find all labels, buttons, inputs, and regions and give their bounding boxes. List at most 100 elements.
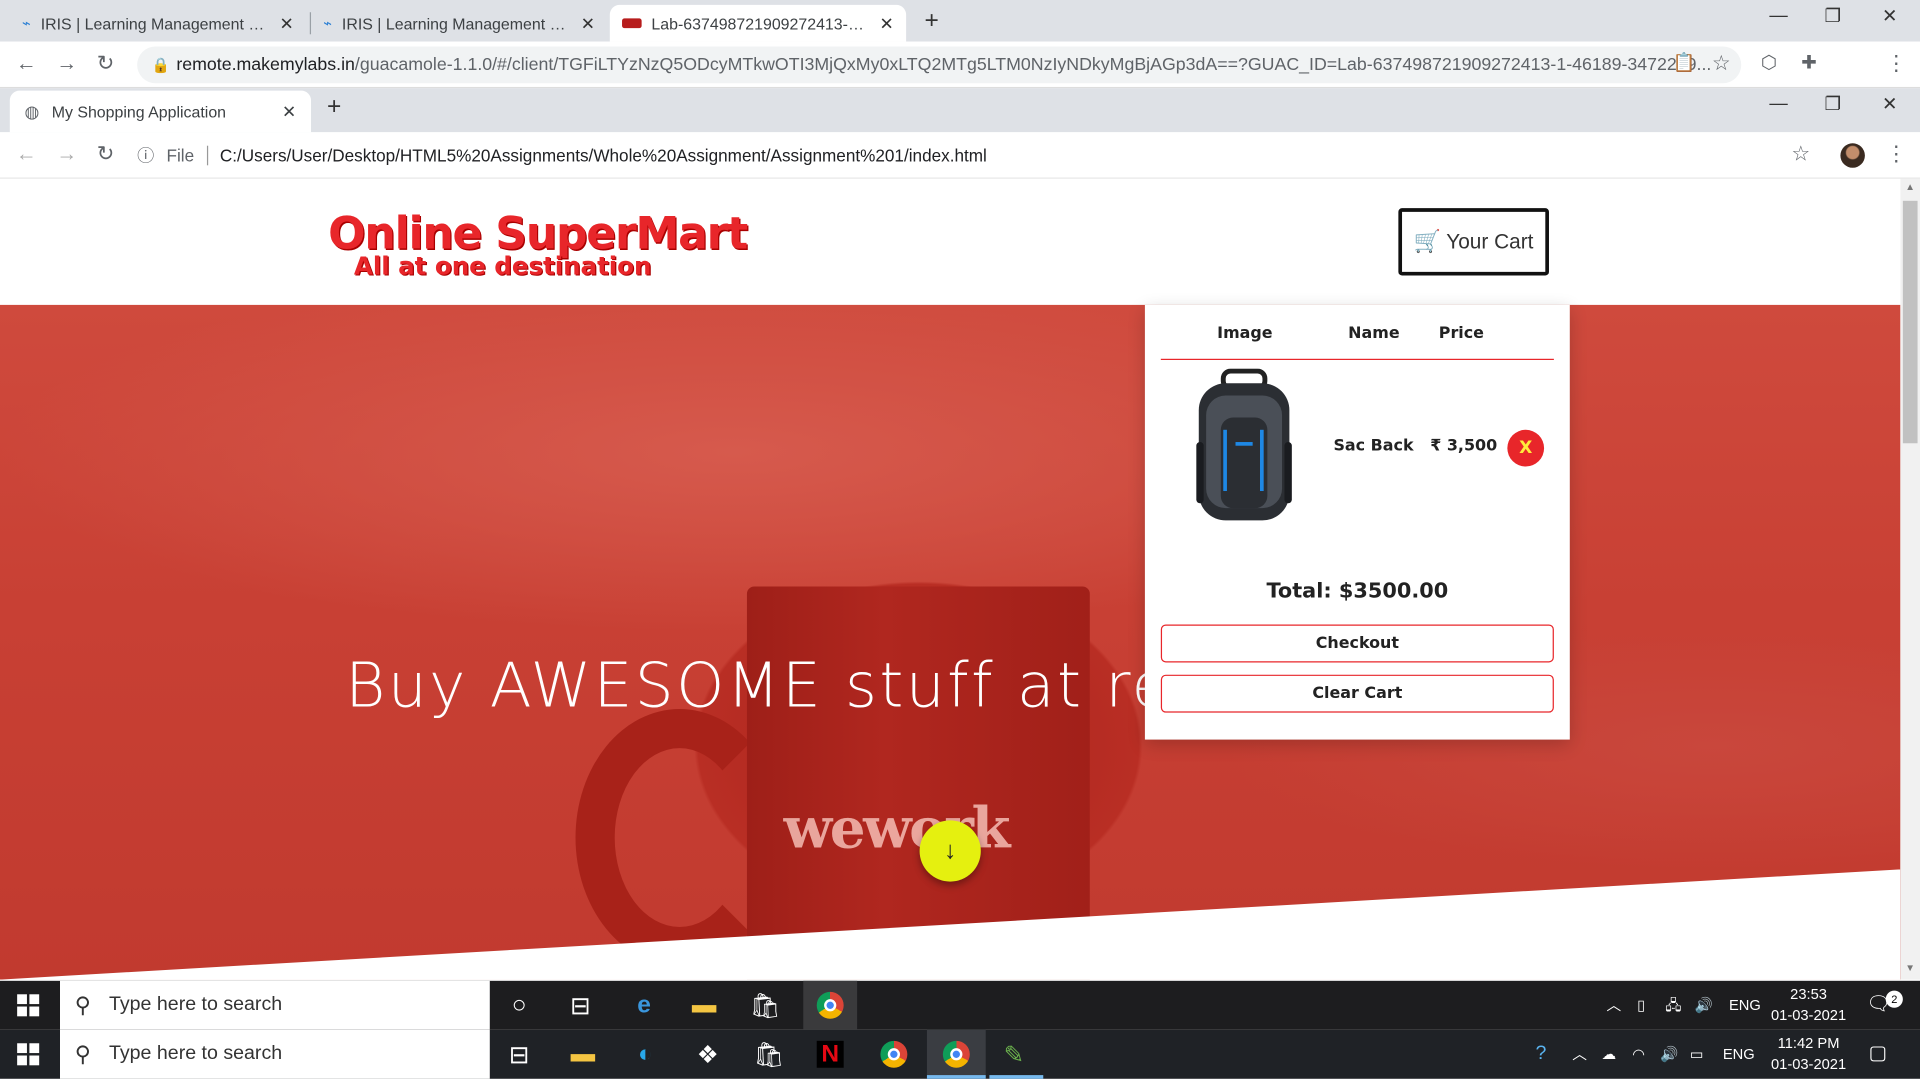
outer-taskbar: ⚲ Type here to search ⊟ ▬ ◐ ❖ 🛍 N ✎ ? ︿ … <box>0 1029 1920 1079</box>
checkout-button[interactable]: Checkout <box>1160 624 1554 663</box>
scroll-down-icon[interactable]: ▼ <box>1905 962 1915 973</box>
cart-dropdown: Image Name Price Sac Back ₹ 3,500 X Tota… <box>1144 304 1570 740</box>
minimize-icon[interactable]: — <box>1769 5 1787 26</box>
battery-icon[interactable]: ▭ <box>1690 1030 1704 1079</box>
col-header-price: Price <box>1438 324 1484 343</box>
windows-start-icon[interactable] <box>17 1043 40 1066</box>
lab-app-icon[interactable]: ✎ <box>999 1040 1028 1069</box>
help-icon[interactable]: ? <box>1536 1030 1547 1079</box>
url-host: remote.makemylabs.in <box>176 55 355 75</box>
volume-icon[interactable]: 🔊 <box>1660 1030 1678 1079</box>
outer-tab-iris-1[interactable]: ⌁ IRIS | Learning Management Syst ✕ <box>10 5 306 42</box>
chrome-taskbar-button[interactable] <box>803 980 858 1030</box>
search-placeholder: Type here to search <box>108 994 283 1016</box>
page-scrollbar[interactable]: ▲ ▼ <box>1900 178 1920 980</box>
outer-tab-lab[interactable]: Lab-637498721909272413-1-46 ✕ <box>609 4 907 42</box>
notification-icon[interactable]: 🗨 <box>1866 981 1891 1030</box>
close-icon[interactable]: ✕ <box>581 13 595 34</box>
new-tab-icon[interactable]: + <box>924 7 938 35</box>
scrollbar-thumb[interactable] <box>1902 200 1918 444</box>
wifi-icon[interactable]: ◠ <box>1632 1030 1645 1079</box>
file-explorer-icon[interactable]: ▬ <box>689 991 718 1020</box>
outer-address-bar[interactable]: 🔒 remote.makemylabs.in/guacamole-1.1.0/#… <box>137 46 1742 84</box>
scroll-down-button[interactable]: ↓ <box>919 820 981 882</box>
inner-tab-shopping[interactable]: ◍ My Shopping Application ✕ <box>9 90 312 133</box>
site-logo[interactable]: Online SuperMart All at one destination <box>328 209 781 282</box>
file-explorer-icon[interactable]: ▬ <box>568 1040 597 1069</box>
chrome-taskbar-button[interactable] <box>879 1040 908 1069</box>
clock[interactable]: 23:53 01-03-2021 <box>1766 984 1852 1026</box>
clear-cart-button[interactable]: Clear Cart <box>1160 674 1554 713</box>
maximize-icon[interactable]: ❐ <box>1824 93 1840 115</box>
windows-start-icon[interactable] <box>17 994 40 1017</box>
menu-dots-icon[interactable]: ⋮ <box>1886 51 1907 75</box>
clipboard-icon[interactable]: 📋 <box>1673 51 1696 74</box>
edge-legacy-icon[interactable]: e <box>629 991 658 1020</box>
minimize-icon[interactable]: — <box>1769 93 1787 114</box>
dropbox-icon[interactable]: ❖ <box>693 1040 722 1069</box>
star-icon[interactable]: ☆ <box>1791 142 1810 166</box>
back-icon[interactable]: ← <box>16 51 37 75</box>
new-tab-icon[interactable]: + <box>327 93 341 121</box>
network-icon[interactable]: 🖧 <box>1665 981 1681 1030</box>
clock-time: 23:53 <box>1790 985 1827 1003</box>
task-view-icon[interactable]: ⊟ <box>504 1040 533 1069</box>
remove-item-button[interactable]: X <box>1507 429 1545 467</box>
url-path: /guacamole-1.1.0/#/client/TGFiLTYzNzQ5OD… <box>354 55 1712 75</box>
search-placeholder: Type here to search <box>108 1043 283 1065</box>
action-center-icon[interactable]: ▢ <box>1869 1030 1888 1079</box>
url-path: C:/Users/User/Desktop/HTML5%20Assignment… <box>219 145 987 166</box>
chrome-profile-taskbar-button[interactable] <box>926 1029 986 1079</box>
your-cart-button[interactable]: 🛒 Your Cart <box>1398 208 1549 276</box>
tray-chevron-icon[interactable]: ︿ <box>1572 1030 1587 1079</box>
close-icon[interactable]: ✕ <box>282 101 296 122</box>
cart-button-label: Your Cart <box>1446 229 1534 253</box>
close-window-icon[interactable]: ✕ <box>1882 93 1897 115</box>
extension-cube-icon[interactable]: ⬡ <box>1761 51 1777 74</box>
chrome-icon <box>942 1040 970 1068</box>
star-icon[interactable]: ☆ <box>1712 51 1731 75</box>
taskbar-search-box[interactable]: ⚲ Type here to search <box>60 980 490 1030</box>
url-divider <box>206 145 208 166</box>
col-header-name: Name <box>1348 324 1400 343</box>
store-icon[interactable]: 🛍 <box>750 991 781 1020</box>
tray-device-icon[interactable]: ▯ <box>1637 981 1645 1030</box>
menu-dots-icon[interactable]: ⋮ <box>1886 142 1907 166</box>
cortana-icon[interactable]: ○ <box>504 991 533 1020</box>
task-view-icon[interactable]: ⊟ <box>566 991 595 1020</box>
search-icon: ⚲ <box>74 993 91 1018</box>
info-icon: ⓘ <box>137 145 155 166</box>
reload-icon[interactable]: ↻ <box>97 142 114 166</box>
scroll-up-icon[interactable]: ▲ <box>1905 181 1915 192</box>
iris-favicon-icon: ⌁ <box>323 14 333 32</box>
language-indicator[interactable]: ENG <box>1723 1030 1755 1079</box>
profile-avatar[interactable] <box>1840 143 1865 168</box>
edge-icon[interactable]: ◐ <box>631 1040 660 1069</box>
store-icon[interactable]: 🛍 <box>753 1040 784 1069</box>
reload-icon[interactable]: ↻ <box>97 51 114 75</box>
puzzle-icon[interactable]: ✚ <box>1801 51 1816 74</box>
volume-icon[interactable]: 🔊 <box>1695 981 1713 1030</box>
close-icon[interactable]: ✕ <box>880 13 894 34</box>
maximize-icon[interactable]: ❐ <box>1824 5 1840 27</box>
logo-tagline: All at one destination <box>353 251 652 281</box>
taskbar-search-box[interactable]: ⚲ Type here to search <box>60 1029 490 1079</box>
forward-icon[interactable]: → <box>56 142 77 166</box>
netflix-icon[interactable]: N <box>816 1040 844 1068</box>
forward-icon[interactable]: → <box>56 51 77 75</box>
tray-chevron-icon[interactable]: ︿ <box>1607 981 1622 1030</box>
lock-icon: 🔒 <box>151 56 171 74</box>
active-app-indicator <box>926 1075 986 1079</box>
clock[interactable]: 11:42 PM 01-03-2021 <box>1761 1033 1857 1075</box>
close-icon[interactable]: ✕ <box>280 13 294 34</box>
language-indicator[interactable]: ENG <box>1729 981 1761 1030</box>
cart-total: Total: $3500.00 <box>1266 579 1449 604</box>
inner-address-bar[interactable]: ⓘ File C:/Users/User/Desktop/HTML5%20Ass… <box>137 137 1827 174</box>
chrome-icon <box>816 991 844 1019</box>
onedrive-icon[interactable]: ☁ <box>1602 1030 1617 1079</box>
outer-tab-strip: ⌁ IRIS | Learning Management Syst ✕ ⌁ IR… <box>0 0 1920 42</box>
back-icon[interactable]: ← <box>16 142 37 166</box>
outer-tab-iris-2[interactable]: ⌁ IRIS | Learning Management Syst ✕ <box>311 5 607 42</box>
close-window-icon[interactable]: ✕ <box>1882 5 1897 27</box>
page-viewport: Online SuperMart All at one destination … <box>0 178 1901 980</box>
